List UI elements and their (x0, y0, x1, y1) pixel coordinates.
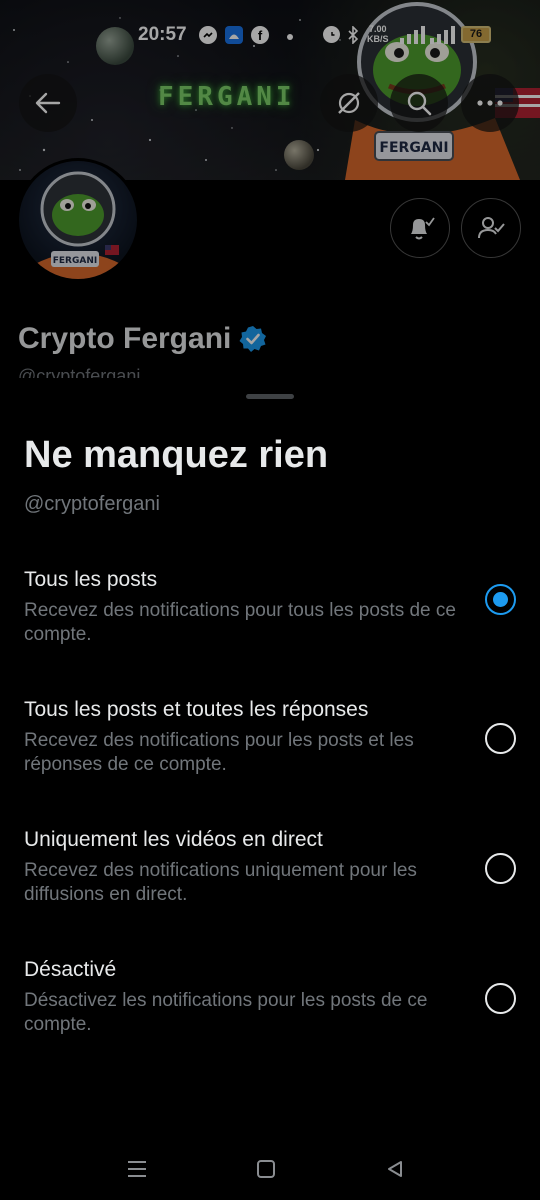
option-description: Recevez des notifications pour les posts… (24, 730, 414, 775)
radio-unselected[interactable] (485, 723, 516, 754)
sheet-drag-handle[interactable] (246, 394, 294, 399)
radio-selected[interactable] (485, 584, 516, 615)
option-title: Tous les posts (24, 568, 158, 591)
option-posts-and-replies[interactable]: Tous les posts et toutes les réponses Re… (0, 698, 540, 808)
option-description: Désactivez les notifications pour les po… (24, 990, 428, 1035)
home-icon (257, 1160, 275, 1178)
back-icon (388, 1161, 402, 1177)
nav-back-button[interactable] (380, 1154, 410, 1184)
radio-unselected[interactable] (485, 983, 516, 1014)
option-live-videos-only[interactable]: Uniquement les vidéos en direct Recevez … (0, 828, 540, 938)
option-description: Recevez des notifications pour tous les … (24, 600, 456, 645)
option-description: Recevez des notifications uniquement pou… (24, 860, 417, 905)
option-disabled[interactable]: Désactivé Désactivez les notifications p… (0, 958, 540, 1068)
option-title: Tous les posts et toutes les réponses (24, 698, 369, 721)
option-all-posts[interactable]: Tous les posts Recevez des notifications… (0, 568, 540, 678)
system-nav-bar (0, 1140, 540, 1200)
notification-sheet: Ne manquez rien @cryptofergani Tous les … (0, 378, 540, 1200)
option-title: Uniquement les vidéos en direct (24, 828, 323, 851)
radio-unselected[interactable] (485, 853, 516, 884)
sheet-title: Ne manquez rien (24, 434, 329, 476)
option-title: Désactivé (24, 958, 117, 981)
sheet-backdrop[interactable] (0, 0, 540, 400)
recent-apps-button[interactable] (122, 1154, 152, 1184)
home-button[interactable] (251, 1154, 281, 1184)
sheet-subtitle: @cryptofergani (24, 493, 160, 515)
menu-icon (128, 1161, 146, 1177)
